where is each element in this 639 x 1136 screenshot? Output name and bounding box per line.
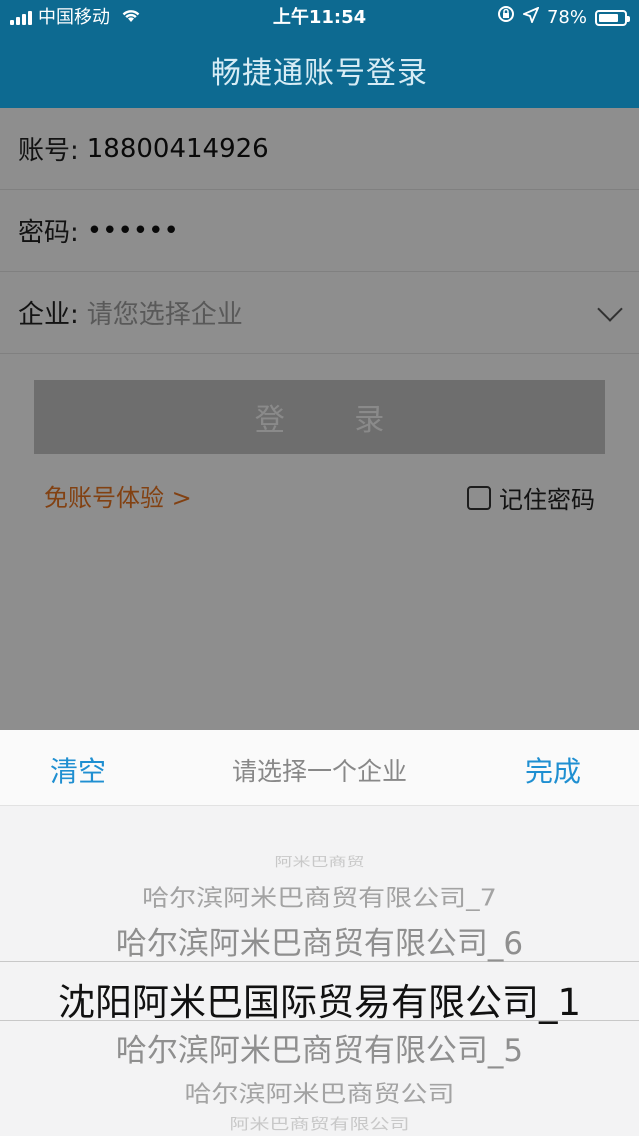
picker-option[interactable]: 哈尔滨阿米巴商贸公司 [0, 1075, 639, 1108]
company-picker-wheel[interactable]: 阿米巴商贸 哈尔滨阿米巴商贸有限公司_7 哈尔滨阿米巴商贸有限公司_6 沈阳阿米… [0, 806, 639, 1136]
battery-level [599, 14, 618, 22]
battery-icon [595, 10, 630, 26]
status-bar: 中国移动 上午11:54 78% [0, 0, 639, 36]
picker-option[interactable]: 阿米巴商贸有限公司 [0, 1112, 639, 1134]
picker-toolbar: 清空 请选择一个企业 完成 [0, 730, 639, 806]
company-picker-sheet: 清空 请选择一个企业 完成 阿米巴商贸 哈尔滨阿米巴商贸有限公司_7 哈尔滨阿米… [0, 730, 639, 1136]
picker-option[interactable]: 哈尔滨阿米巴商贸有限公司_5 [0, 1025, 639, 1070]
picker-option-selected[interactable]: 沈阳阿米巴国际贸易有限公司_1 [0, 972, 639, 1026]
battery-percent: 78% [546, 7, 587, 28]
page-title: 畅捷通账号登录 [211, 56, 428, 91]
status-right: 78% [497, 0, 630, 36]
picker-option[interactable]: 阿米巴商贸 [0, 852, 639, 870]
top-bar: 中国移动 上午11:54 78% 畅捷通账号登录 [0, 0, 639, 108]
picker-option[interactable]: 哈尔滨阿米巴商贸有限公司_6 [0, 918, 639, 963]
orientation-lock-icon [497, 0, 515, 36]
done-button[interactable]: 完成 [525, 750, 581, 790]
dim-overlay[interactable] [0, 108, 639, 730]
location-icon [521, 0, 540, 36]
picker-option[interactable]: 哈尔滨阿米巴商贸有限公司_7 [0, 879, 639, 912]
